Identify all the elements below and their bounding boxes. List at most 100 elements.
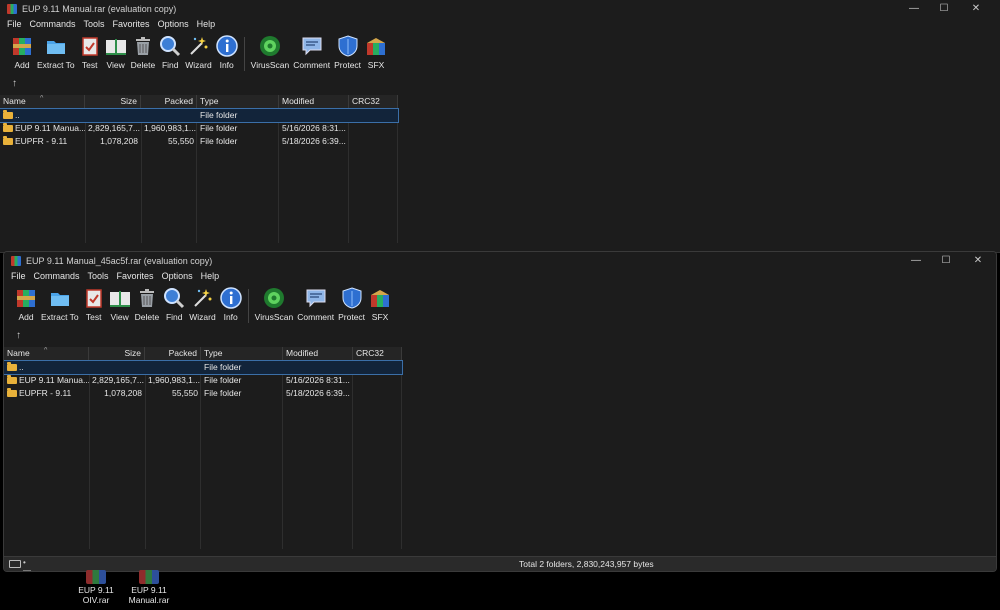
open-book-icon — [105, 39, 126, 55]
menu-help[interactable]: Help — [197, 269, 224, 284]
folder-icon — [3, 110, 13, 119]
shield-icon — [342, 287, 362, 309]
folder-extract-icon — [46, 41, 65, 54]
column-crc32[interactable]: CRC32 — [349, 95, 398, 108]
winrar-window-2: EUP 9.11 Manual_45ac5f.rar (evaluation c… — [3, 251, 997, 572]
delete-button[interactable]: Delete — [129, 35, 158, 73]
window-title: EUP 9.11 Manual.rar (evaluation copy) — [22, 3, 177, 14]
delete-button[interactable]: Delete — [133, 287, 162, 325]
column-size[interactable]: Size — [85, 95, 141, 108]
close-button[interactable]: ✕ — [962, 252, 994, 269]
open-book-icon — [109, 291, 130, 307]
add-button[interactable]: Add — [13, 287, 39, 325]
virusscan-button[interactable]: VirusScan — [249, 35, 292, 73]
window-title: EUP 9.11 Manual_45ac5f.rar (evaluation c… — [26, 255, 213, 266]
protect-button[interactable]: Protect — [336, 287, 367, 325]
sort-caret-icon: ^ — [40, 95, 44, 102]
minimize-button[interactable]: — — [898, 0, 930, 17]
toolbar-separator — [247, 289, 249, 323]
test-button[interactable]: Test — [77, 35, 103, 73]
sfx-archive-icon — [371, 290, 390, 307]
rar-file-icon — [86, 570, 106, 584]
virus-scan-icon — [259, 36, 280, 56]
magic-wand-icon — [194, 289, 212, 307]
column-size[interactable]: Size — [89, 347, 145, 360]
view-button[interactable]: View — [107, 287, 133, 325]
title-bar[interactable]: EUP 9.11 Manual.rar (evaluation copy) — … — [0, 0, 1000, 17]
books-icon — [17, 290, 35, 307]
table-row[interactable]: EUP 9.11 Manua... 2,829,165,7... 1,960,9… — [0, 122, 398, 135]
key-icon[interactable]: •— — [23, 559, 32, 572]
minimize-button[interactable]: — — [900, 252, 932, 269]
toolbar: Add Extract To Test View Delete Find Wiz… — [0, 32, 1000, 75]
winrar-window-1: EUP 9.11 Manual.rar (evaluation copy) — … — [0, 0, 1000, 253]
sfx-button[interactable]: SFX — [367, 287, 393, 325]
status-bar: •— Total 2 folders, 2,830,243,957 bytes — [4, 556, 996, 571]
table-row[interactable]: EUP 9.11 Manua... 2,829,165,7... 1,960,9… — [4, 374, 402, 387]
comment-button[interactable]: Comment — [295, 287, 336, 325]
menu-commands[interactable]: Commands — [26, 17, 80, 32]
books-icon — [13, 38, 31, 55]
up-arrow-icon[interactable]: ↑ — [16, 330, 21, 341]
title-bar[interactable]: EUP 9.11 Manual_45ac5f.rar (evaluation c… — [4, 252, 996, 269]
column-modified[interactable]: Modified — [283, 347, 353, 360]
table-row[interactable]: .. File folder — [0, 108, 399, 123]
column-crc32[interactable]: CRC32 — [353, 347, 402, 360]
find-button[interactable]: Find — [157, 35, 183, 73]
address-bar: ↑ — [0, 75, 1000, 95]
toolbar-separator — [243, 37, 245, 71]
column-type[interactable]: Type — [197, 95, 279, 108]
menu-options[interactable]: Options — [154, 17, 193, 32]
column-name[interactable]: Name ^ — [4, 347, 89, 360]
menu-commands[interactable]: Commands — [30, 269, 84, 284]
view-button[interactable]: View — [103, 35, 129, 73]
test-button[interactable]: Test — [81, 287, 107, 325]
table-row[interactable]: EUPFR - 9.11 1,078,208 55,550 File folde… — [4, 387, 402, 400]
find-button[interactable]: Find — [161, 287, 187, 325]
wizard-button[interactable]: Wizard — [187, 287, 217, 325]
column-name[interactable]: Name ^ — [0, 95, 85, 108]
close-button[interactable]: ✕ — [960, 0, 992, 17]
extract-to-button[interactable]: Extract To — [35, 35, 77, 73]
menu-options[interactable]: Options — [158, 269, 197, 284]
toolbar: Add Extract To Test View Delete Find Wiz… — [4, 284, 996, 327]
menu-bar: File Commands Tools Favorites Options He… — [4, 269, 996, 284]
info-icon — [215, 35, 238, 57]
winrar-app-icon — [7, 3, 17, 14]
winrar-app-icon — [11, 255, 21, 266]
status-text: Total 2 folders, 2,830,243,957 bytes — [519, 559, 654, 569]
comment-button[interactable]: Comment — [291, 35, 332, 73]
maximize-button[interactable]: ☐ — [928, 0, 960, 17]
virusscan-button[interactable]: VirusScan — [253, 287, 296, 325]
magnifier-icon — [160, 36, 181, 57]
table-row[interactable]: .. File folder — [4, 360, 403, 375]
add-button[interactable]: Add — [9, 35, 35, 73]
info-button[interactable]: Info — [214, 35, 240, 73]
menu-file[interactable]: File — [3, 17, 26, 32]
column-packed[interactable]: Packed — [145, 347, 201, 360]
up-arrow-icon[interactable]: ↑ — [12, 78, 17, 89]
folder-extract-icon — [50, 293, 69, 306]
protect-button[interactable]: Protect — [332, 35, 363, 73]
column-header: Name ^ Size Packed Type Modified CRC32 — [4, 347, 402, 361]
column-header: Name ^ Size Packed Type Modified CRC32 — [0, 95, 398, 109]
desktop-icon-manual-rar[interactable]: EUP 9.11 Manual.rar — [124, 570, 174, 605]
menu-tools[interactable]: Tools — [84, 269, 113, 284]
extract-to-button[interactable]: Extract To — [39, 287, 81, 325]
menu-favorites[interactable]: Favorites — [113, 269, 158, 284]
sfx-button[interactable]: SFX — [363, 35, 389, 73]
folder-icon — [7, 375, 17, 384]
info-button[interactable]: Info — [218, 287, 244, 325]
column-modified[interactable]: Modified — [279, 95, 349, 108]
menu-tools[interactable]: Tools — [80, 17, 109, 32]
column-packed[interactable]: Packed — [141, 95, 197, 108]
column-type[interactable]: Type — [201, 347, 283, 360]
table-row[interactable]: EUPFR - 9.11 1,078,208 55,550 File folde… — [0, 135, 398, 148]
desktop-icon-oiv-rar[interactable]: EUP 9.11 OIV.rar — [71, 570, 121, 605]
menu-help[interactable]: Help — [193, 17, 220, 32]
menu-favorites[interactable]: Favorites — [109, 17, 154, 32]
drive-icon[interactable] — [9, 560, 21, 568]
wizard-button[interactable]: Wizard — [183, 35, 213, 73]
menu-file[interactable]: File — [7, 269, 30, 284]
maximize-button[interactable]: ☐ — [930, 252, 962, 269]
